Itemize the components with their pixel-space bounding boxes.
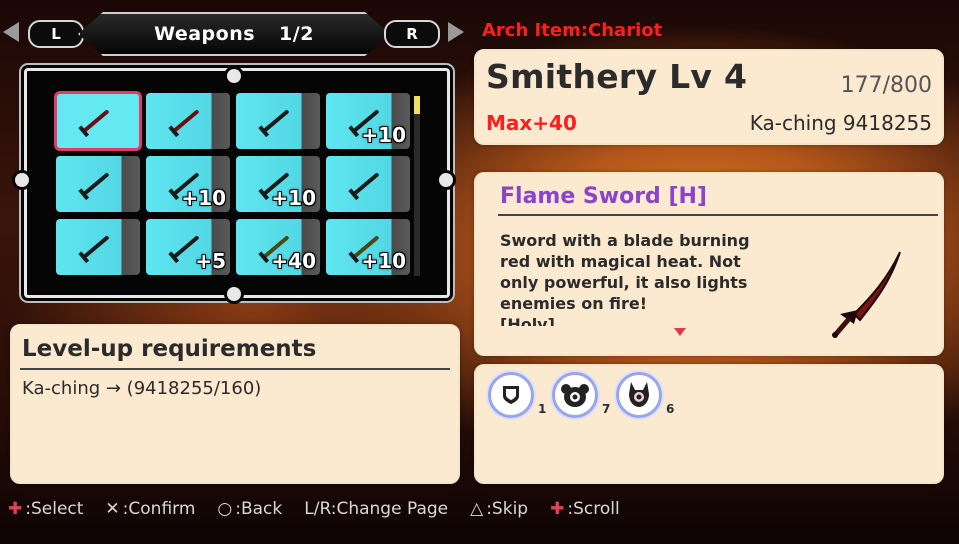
help-label: :Select (25, 499, 84, 519)
change-page-hint: L/R:Change Page (304, 499, 448, 519)
help-label: L/R:Change Page (304, 499, 449, 519)
weapons-tab-page: 1/2 (279, 23, 314, 45)
weapon-slot[interactable] (236, 93, 320, 149)
sword-icon (262, 109, 290, 133)
frame-ornament-icon (224, 66, 244, 86)
weapon-plus-value: +5 (195, 249, 226, 273)
frame-ornament-icon (12, 170, 32, 190)
smithery-kaching: Ka-ching 9418255 (749, 111, 932, 135)
weapon-grid: +10 +10 +10 +5 +40 +10 (54, 91, 420, 279)
weapon-grid-scrollbar[interactable] (414, 96, 420, 276)
help-label: :Confirm (122, 499, 196, 519)
weapon-slot[interactable]: +10 (236, 156, 320, 212)
dpad-icon: ✚ (8, 499, 23, 519)
back-hint: ○:Back (217, 499, 282, 519)
weapon-slot[interactable]: +10 (146, 156, 230, 212)
r-button[interactable]: R (384, 20, 440, 48)
dpad-icon: ✚ (550, 499, 565, 519)
horned-mask-icon (616, 372, 662, 418)
item-description-text: Sword with a blade burning red with magi… (500, 231, 750, 313)
scroll-hint: ✚:Scroll (550, 499, 620, 519)
smithery-max: Max+40 (486, 111, 577, 135)
help-label: :Back (235, 499, 283, 519)
weapon-plus-value: +10 (361, 123, 406, 147)
item-description[interactable]: Sword with a blade burning red with magi… (500, 230, 760, 326)
shield-icon (488, 372, 534, 418)
requirements-title: Level-up requirements (22, 336, 317, 362)
help-label: :Skip (486, 499, 529, 519)
smithery-level: Smithery Lv 4 (486, 57, 748, 96)
material-item: 1 (488, 372, 546, 418)
frame-ornament-icon (436, 170, 456, 190)
material-count: 6 (666, 402, 675, 416)
circle-button-icon: ○ (217, 499, 233, 519)
ram-mask-icon (552, 372, 598, 418)
sword-icon (82, 172, 110, 196)
weapon-slot[interactable]: +40 (236, 219, 320, 275)
weapon-plus-value: +10 (181, 186, 226, 210)
weapon-slot[interactable]: +10 (326, 219, 410, 275)
weapon-plus-value: +10 (361, 249, 406, 273)
confirm-hint: ✕:Confirm (105, 499, 195, 519)
l-button[interactable]: L (28, 20, 84, 48)
sword-icon (172, 109, 200, 133)
material-item: 7 (552, 372, 610, 418)
cross-button-icon: ✕ (105, 499, 120, 519)
weapon-slot[interactable]: +10 (326, 93, 410, 149)
material-count: 7 (602, 402, 611, 416)
help-label: :Scroll (567, 499, 620, 519)
weapons-tab-label: Weapons (154, 23, 256, 45)
sword-icon (352, 172, 380, 196)
requirements-divider (20, 368, 450, 370)
weapon-slot[interactable] (326, 156, 410, 212)
item-divider (498, 214, 938, 216)
page-left-arrow-icon[interactable] (3, 22, 19, 42)
skip-hint: △:Skip (470, 499, 528, 519)
material-item: 6 (616, 372, 674, 418)
button-help-bar: ✚:Select ✕:Confirm ○:Back L/R:Change Page △:… (0, 494, 959, 524)
weapon-slot[interactable] (146, 93, 230, 149)
select-hint: ✚:Select (8, 499, 83, 519)
triangle-button-icon: △ (470, 499, 484, 519)
item-description-cutoff: [Holy] (500, 315, 555, 326)
requirements-line: Ka-ching → (9418255/160) (22, 378, 262, 399)
sword-icon (82, 235, 110, 259)
item-detail-panel: Flame Sword [H] Sword with a blade burni… (474, 172, 944, 356)
smithery-panel: Smithery Lv 4 177/800 Max+40 Ka-ching 94… (474, 49, 944, 145)
weapon-slot[interactable] (56, 156, 140, 212)
weapon-slot[interactable] (54, 91, 142, 151)
weapon-plus-value: +40 (271, 249, 316, 273)
sword-icon (82, 109, 110, 133)
weapon-plus-value: +10 (271, 186, 316, 210)
page-right-arrow-icon[interactable] (448, 22, 464, 42)
level-up-requirements-panel: Level-up requirements Ka-ching → (941825… (10, 324, 460, 484)
arch-item-label: Arch Item:Chariot (482, 20, 663, 41)
item-name: Flame Sword [H] (500, 184, 707, 209)
smithery-progress: 177/800 (840, 73, 932, 98)
frame-ornament-icon (224, 284, 244, 304)
weapon-slot[interactable]: +5 (146, 219, 230, 275)
material-count: 1 (538, 402, 547, 416)
more-text-arrow-icon[interactable] (674, 328, 686, 336)
materials-panel: 1 7 6 (474, 364, 944, 484)
weapons-tab-title: Weapons 1/2 (78, 12, 390, 56)
weapon-slot[interactable] (56, 219, 140, 275)
flame-sword-icon (832, 251, 901, 338)
